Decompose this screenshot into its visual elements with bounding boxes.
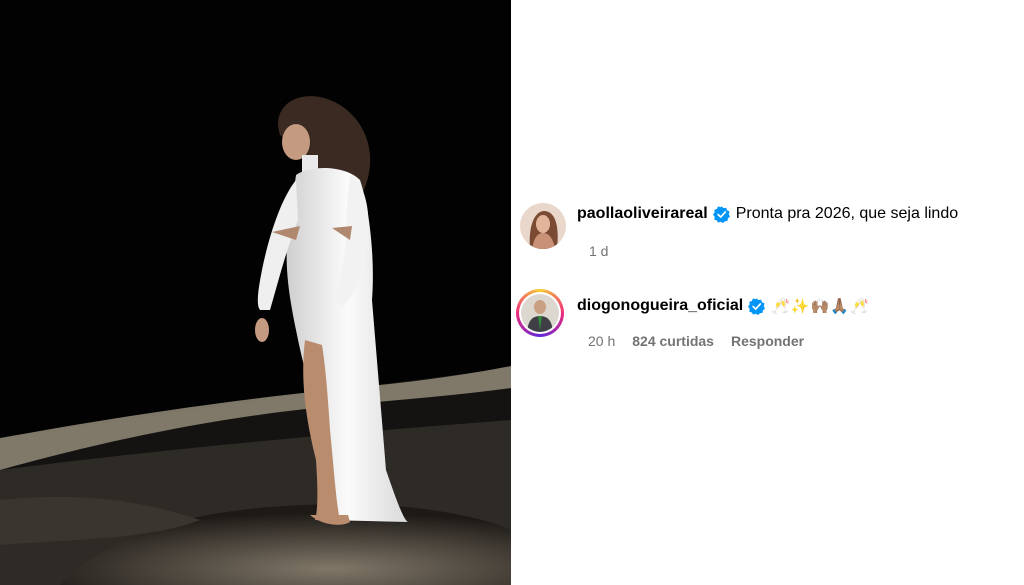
comment-line: diogonogueira_oficial 🥂✨🙌🏽🙏🏽🥂 [577, 297, 870, 315]
avatar[interactable] [520, 203, 566, 249]
avatar [521, 294, 559, 332]
comment-username[interactable]: paollaoliveirareal [577, 205, 708, 223]
profile-picture [520, 203, 566, 249]
verified-badge-icon [748, 297, 766, 315]
avatar-inner [519, 292, 561, 334]
comment-line: paollaoliveirareal Pronta pra 2026, que … [577, 205, 958, 223]
comment-time[interactable]: 20 h [588, 333, 615, 349]
comment-text: 🥂✨🙌🏽🙏🏽🥂 [771, 297, 870, 315]
beach-night-photo [0, 96, 511, 585]
comment-meta: 1 d [589, 243, 608, 259]
comment-username[interactable]: diogonogueira_oficial [577, 297, 743, 315]
post-photo [0, 0, 511, 585]
comment-meta: 20 h 824 curtidas Responder [588, 333, 804, 349]
reply-button[interactable]: Responder [731, 333, 804, 349]
comments-panel: paollaoliveirareal Pronta pra 2026, que … [511, 0, 1024, 585]
comment-text: Pronta pra 2026, que seja lindo [735, 205, 959, 222]
verified-badge-icon [712, 205, 730, 223]
profile-picture [521, 294, 559, 332]
likes-count[interactable]: 824 curtidas [632, 333, 714, 349]
avatar-story-ring[interactable] [516, 289, 564, 337]
comment-time[interactable]: 1 d [589, 243, 608, 259]
